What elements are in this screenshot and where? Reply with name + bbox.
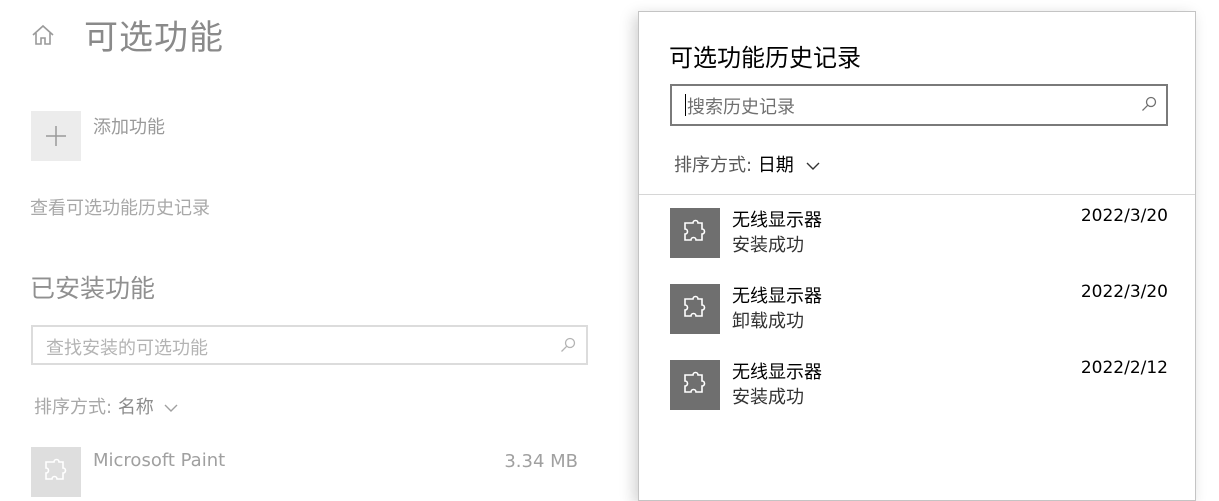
sort-label: 排序方式: xyxy=(34,397,113,418)
puzzle-icon xyxy=(684,219,706,241)
history-search-input[interactable]: 搜索历史记录 xyxy=(670,84,1168,126)
sort-value: 日期 xyxy=(757,155,794,176)
chevron-down-icon xyxy=(806,162,820,170)
history-sort-dropdown[interactable]: 排序方式: 日期 xyxy=(674,151,820,177)
history-item-status: 安装成功 xyxy=(732,235,804,256)
chevron-down-icon xyxy=(164,404,178,412)
sort-label: 排序方式: xyxy=(674,155,753,176)
text-caret xyxy=(685,94,686,116)
divider xyxy=(639,194,1195,195)
feature-tile xyxy=(670,360,720,410)
feature-tile xyxy=(31,447,81,497)
history-item-name: 无线显示器 xyxy=(732,210,822,231)
flyout-title: 可选功能历史记录 xyxy=(669,44,861,72)
history-item-status: 卸载成功 xyxy=(732,311,804,332)
history-item[interactable]: 无线显示器 安装成功 2022/2/12 xyxy=(670,358,1168,412)
feature-history-flyout: 可选功能历史记录 搜索历史记录 排序方式: 日期 无线显示器 安装成功 2022… xyxy=(638,11,1196,501)
search-icon xyxy=(1142,96,1157,111)
add-feature-label[interactable]: 添加功能 xyxy=(93,113,165,139)
feature-size: 3.34 MB xyxy=(504,451,578,472)
history-item-name: 无线显示器 xyxy=(732,362,822,383)
feature-tile xyxy=(670,284,720,334)
page-title: 可选功能 xyxy=(84,18,224,58)
add-feature-button[interactable] xyxy=(31,111,81,161)
puzzle-icon xyxy=(684,371,706,393)
installed-feature-row[interactable]: Microsoft Paint 3.34 MB xyxy=(31,447,581,497)
puzzle-icon xyxy=(45,458,67,480)
installed-search-input[interactable]: 查找安装的可选功能 xyxy=(31,325,588,365)
history-search-placeholder: 搜索历史记录 xyxy=(687,97,795,118)
sort-value: 名称 xyxy=(117,397,154,418)
history-item-date: 2022/3/20 xyxy=(1080,206,1168,226)
installed-search-placeholder: 查找安装的可选功能 xyxy=(46,338,208,359)
puzzle-icon xyxy=(684,295,706,317)
installed-sort-dropdown[interactable]: 排序方式: 名称 xyxy=(34,393,178,419)
history-item-date: 2022/3/20 xyxy=(1080,282,1168,302)
history-item[interactable]: 无线显示器 安装成功 2022/3/20 xyxy=(670,206,1168,260)
installed-features-heading: 已安装功能 xyxy=(30,274,156,303)
feature-tile xyxy=(670,208,720,258)
history-item-name: 无线显示器 xyxy=(732,286,822,307)
optional-features-page: 可选功能 添加功能 查看可选功能历史记录 已安装功能 查找安装的可选功能 排序方… xyxy=(0,0,640,497)
home-icon[interactable] xyxy=(30,22,56,48)
history-item-status: 安装成功 xyxy=(732,387,804,408)
feature-name: Microsoft Paint xyxy=(93,450,226,471)
view-history-link[interactable]: 查看可选功能历史记录 xyxy=(30,194,210,220)
plus-icon xyxy=(46,126,66,146)
history-item[interactable]: 无线显示器 卸载成功 2022/3/20 xyxy=(670,282,1168,336)
search-icon xyxy=(561,337,576,352)
history-item-date: 2022/2/12 xyxy=(1080,358,1168,378)
